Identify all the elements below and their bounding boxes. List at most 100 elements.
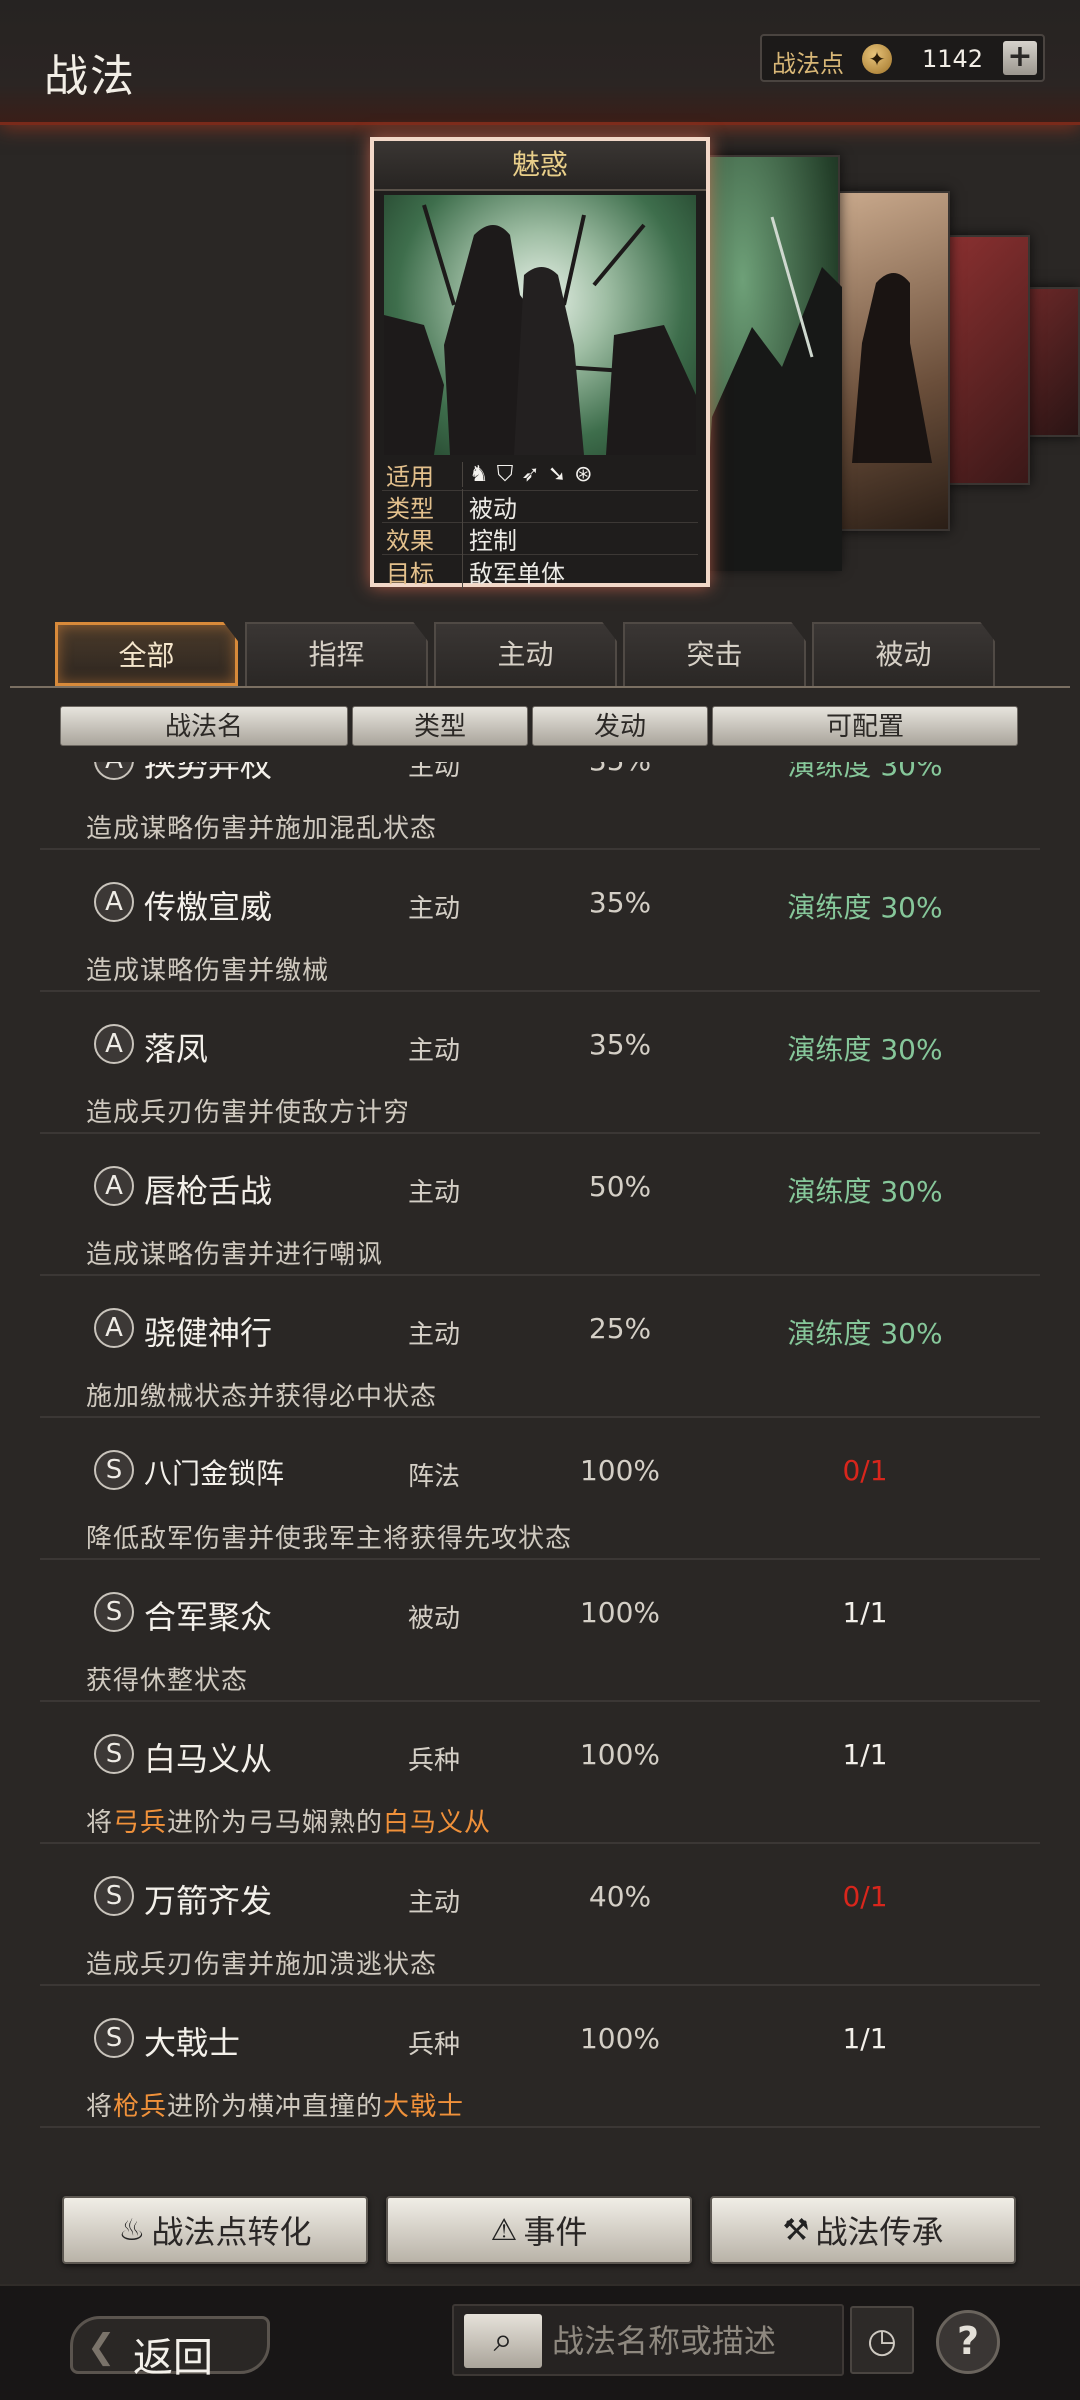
tactic-name: 挟势弄权: [144, 762, 273, 784]
tactic-points-value: 1142: [922, 45, 984, 73]
list-item[interactable]: A 落凤 主动 35% 演练度 30% 造成兵刃伤害并使敌方计穷: [0, 992, 1080, 1134]
tactic-points-label: 战法点: [772, 50, 844, 78]
back-button[interactable]: ❮ 返回: [70, 2316, 270, 2381]
tactic-description: 降低敌军伤害并使我军主将获得先攻状态: [86, 1524, 573, 1554]
tab-active[interactable]: 主动: [434, 622, 617, 686]
tactic-name: 落凤: [144, 1030, 209, 1068]
desc-highlight: 弓兵: [113, 1808, 168, 1838]
side-card[interactable]: [834, 191, 950, 531]
info-row-effect: 效果 控制: [382, 521, 698, 556]
grade-badge: S: [94, 1876, 134, 1916]
tactic-config: 演练度 30%: [787, 1175, 943, 1208]
shield-icon: ⛉: [496, 462, 514, 487]
tactic-description: 施加缴械状态并获得必中状态: [86, 1382, 438, 1412]
list-item[interactable]: A 挟势弄权 主动 35% 演练度 30% 造成谋略伤害并施加混乱状态: [0, 762, 1080, 850]
inherit-tactic-button[interactable]: ⚒ 战法传承: [710, 2196, 1016, 2264]
tactic-description: 获得休整状态: [86, 1666, 249, 1696]
grade-badge: A: [94, 762, 134, 780]
list-item[interactable]: S 白马义从 兵种 100% 1/1 将弓兵进阶为弓马娴熟的白马义从: [0, 1702, 1080, 1844]
grade-badge: A: [94, 1308, 134, 1348]
tactic-type: 兵种: [408, 2030, 461, 2060]
unit-icons: ♞ ⛉ ➶ ➘ ⊛: [462, 462, 593, 487]
tab-passive[interactable]: 被动: [812, 622, 995, 686]
column-header-config[interactable]: 可配置: [712, 706, 1018, 746]
convert-points-button[interactable]: ♨ 战法点转化: [62, 2196, 368, 2264]
side-card[interactable]: [946, 235, 1030, 485]
list-item[interactable]: S 八门金锁阵 阵法 100% 0/1 降低敌军伤害并使我军主将获得先攻状态: [0, 1418, 1080, 1560]
tab-command[interactable]: 指挥: [245, 622, 428, 686]
grade-badge: S: [94, 1592, 134, 1632]
tactic-rate: 100%: [579, 2022, 661, 2055]
page-title: 战法: [44, 51, 136, 102]
tactic-name: 白马义从: [144, 1740, 273, 1778]
tactic-name: 八门金锁阵: [144, 1457, 285, 1490]
add-points-button[interactable]: +: [1003, 41, 1037, 75]
top-bar: 战法 战法点 ✦ 1142 +: [0, 0, 1080, 125]
info-key: 效果: [386, 527, 434, 555]
tactic-name: 合军聚众: [144, 1598, 273, 1636]
tactic-type: 兵种: [408, 1746, 461, 1776]
search-icon[interactable]: ⌕: [464, 2314, 542, 2368]
desc-text: 将: [86, 2092, 114, 2122]
card-artwork: [384, 195, 696, 455]
column-header-rate[interactable]: 发动: [532, 706, 708, 746]
warrior-silhouette: [852, 273, 932, 463]
column-header-type[interactable]: 类型: [352, 706, 528, 746]
tactic-rate: 35%: [560, 762, 680, 777]
search-input[interactable]: [552, 2314, 842, 2368]
cavalry-icon: ♞: [469, 462, 489, 487]
info-row-applicable: 适用 ♞ ⛉ ➶ ➘ ⊛: [382, 459, 698, 491]
help-icon[interactable]: ?: [936, 2310, 1000, 2374]
desc-highlight: 枪兵: [113, 2092, 168, 2122]
tactic-name: 万箭齐发: [144, 1882, 273, 1920]
info-row-target: 目标 敌军单体: [382, 553, 698, 589]
tactic-list[interactable]: A 挟势弄权 主动 35% 演练度 30% 造成谋略伤害并施加混乱状态 A 传檄…: [0, 762, 1080, 2154]
tactic-type: 主动: [408, 1036, 461, 1066]
tactic-description: 将弓兵进阶为弓马娴熟的白马义从: [86, 1802, 491, 1839]
tactic-type: 主动: [408, 1178, 461, 1208]
info-value: 敌军单体: [462, 553, 565, 589]
tactic-rate: 100%: [579, 1738, 661, 1771]
list-item[interactable]: S 大戟士 兵种 100% 1/1 将枪兵进阶为横冲直撞的大戟士: [0, 1986, 1080, 2128]
tactic-description: 造成兵刃伤害并施加溃逃状态: [86, 1950, 438, 1980]
tactic-name: 骁健神行: [144, 1314, 273, 1352]
tactic-name: 传檄宣威: [144, 888, 273, 926]
grade-badge: S: [94, 2018, 134, 2058]
list-item[interactable]: A 传檄宣威 主动 35% 演练度 30% 造成谋略伤害并缴械: [0, 850, 1080, 992]
tactic-rate: 35%: [588, 886, 652, 919]
tactic-rate: 100%: [579, 1596, 661, 1629]
inherit-tactic-label: 战法传承: [815, 2213, 944, 2251]
search-box[interactable]: ⌕: [452, 2304, 844, 2376]
side-card[interactable]: [700, 155, 842, 571]
grade-badge: S: [94, 1734, 134, 1774]
list-item[interactable]: S 合军聚众 被动 100% 1/1 获得休整状态: [0, 1560, 1080, 1702]
card-info-table: 适用 ♞ ⛉ ➶ ➘ ⊛ 类型 被动 效果 控制 目标 敌军单体: [382, 459, 698, 589]
info-value: 控制: [462, 521, 517, 556]
selected-tactic-card[interactable]: 魅惑 适用 ♞ ⛉ ➶ ➘ ⊛ 类型 被动 效果 控制 目标 敌军单体: [370, 137, 710, 589]
tactic-description: 将枪兵进阶为横冲直撞的大戟士: [86, 2086, 464, 2123]
tactic-description: 造成谋略伤害并缴械: [86, 956, 330, 986]
tactic-type: 阵法: [408, 1462, 461, 1492]
convert-points-label: 战法点转化: [151, 2213, 312, 2251]
flame-icon: ♨: [118, 2212, 146, 2248]
tactic-rate: 35%: [588, 1028, 652, 1061]
info-value: 被动: [462, 489, 517, 524]
list-item[interactable]: S 万箭齐发 主动 40% 0/1 造成兵刃伤害并施加溃逃状态: [0, 1844, 1080, 1986]
column-header-name[interactable]: 战法名: [60, 706, 348, 746]
info-key: 适用: [386, 463, 434, 491]
back-label: 返回: [133, 2335, 213, 2381]
tactic-rate: 100%: [579, 1454, 661, 1487]
tactic-description: 造成谋略伤害并施加混乱状态: [86, 814, 438, 844]
compass-icon: ✦: [862, 44, 892, 74]
list-item[interactable]: A 唇枪舌战 主动 50% 演练度 30% 造成谋略伤害并进行嘲讽: [0, 1134, 1080, 1276]
tab-assault[interactable]: 突击: [623, 622, 806, 686]
alert-icon: ⚠: [490, 2212, 518, 2248]
tab-all[interactable]: 全部: [55, 622, 238, 686]
desc-highlight: 大戟士: [383, 2092, 465, 2122]
side-card[interactable]: [1026, 287, 1080, 437]
event-button[interactable]: ⚠ 事件: [386, 2196, 692, 2264]
list-item[interactable]: A 骁健神行 主动 25% 演练度 30% 施加缴械状态并获得必中状态: [0, 1276, 1080, 1418]
clock-icon[interactable]: ◷: [850, 2306, 914, 2374]
card-carousel[interactable]: 魅惑 适用 ♞ ⛉ ➶ ➘ ⊛ 类型 被动 效果 控制 目标 敌军单体: [0, 125, 1080, 605]
desc-text: 进阶为横冲直撞的: [167, 2092, 384, 2122]
